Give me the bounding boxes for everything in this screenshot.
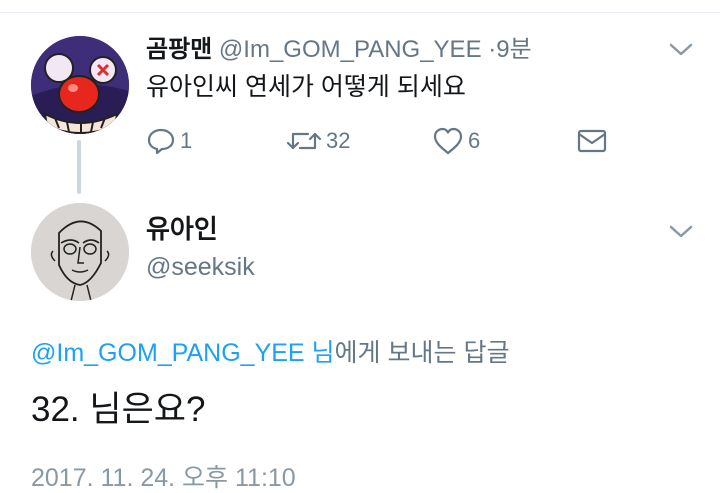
author-handle[interactable]: @Im_GOM_PANG_YEE [219,36,482,63]
reply-to-suffix: 에게 보내는 답글 [334,339,510,367]
heart-icon [432,126,464,156]
reply-button[interactable]: 1 [146,126,192,156]
retweet-count: 32 [326,128,351,153]
envelope-icon [576,126,608,156]
reply-icon [146,126,176,156]
tweet-header: 곰팡맨 @Im_GOM_PANG_YEE ·9분 [146,36,532,64]
avatar[interactable] [31,203,129,301]
author-name[interactable]: 유아인 [146,213,218,245]
dm-button[interactable] [576,126,608,156]
thread-connector [77,140,81,194]
tweet-text: 유아인씨 연세가 어떻게 되세요 [146,73,466,101]
author-name[interactable]: 곰팡맨 [146,36,212,63]
tweet-time[interactable]: 9분 [496,36,531,63]
retweet-button[interactable]: 32 [286,126,350,156]
top-divider [0,12,720,13]
tweet-timestamp[interactable]: 2017. 11. 24. 오후 11:10 [31,463,296,493]
reply-to-link[interactable]: @Im_GOM_PANG_YEE 님 [31,339,335,367]
like-button[interactable]: 6 [432,126,480,156]
avatar[interactable] [31,36,129,134]
chevron-down-icon[interactable] [668,42,694,58]
avatar-illustration [31,36,129,134]
chevron-down-icon[interactable] [668,224,694,240]
like-count: 6 [468,128,481,153]
reply-text: 32. 님은요? [31,390,206,429]
avatar-sketch [31,203,129,301]
author-handle[interactable]: @seeksik [146,252,255,282]
retweet-icon [286,126,322,156]
reply-context: @Im_GOM_PANG_YEE 님에게 보내는 답글 [31,337,509,369]
reply-count: 1 [180,128,193,153]
